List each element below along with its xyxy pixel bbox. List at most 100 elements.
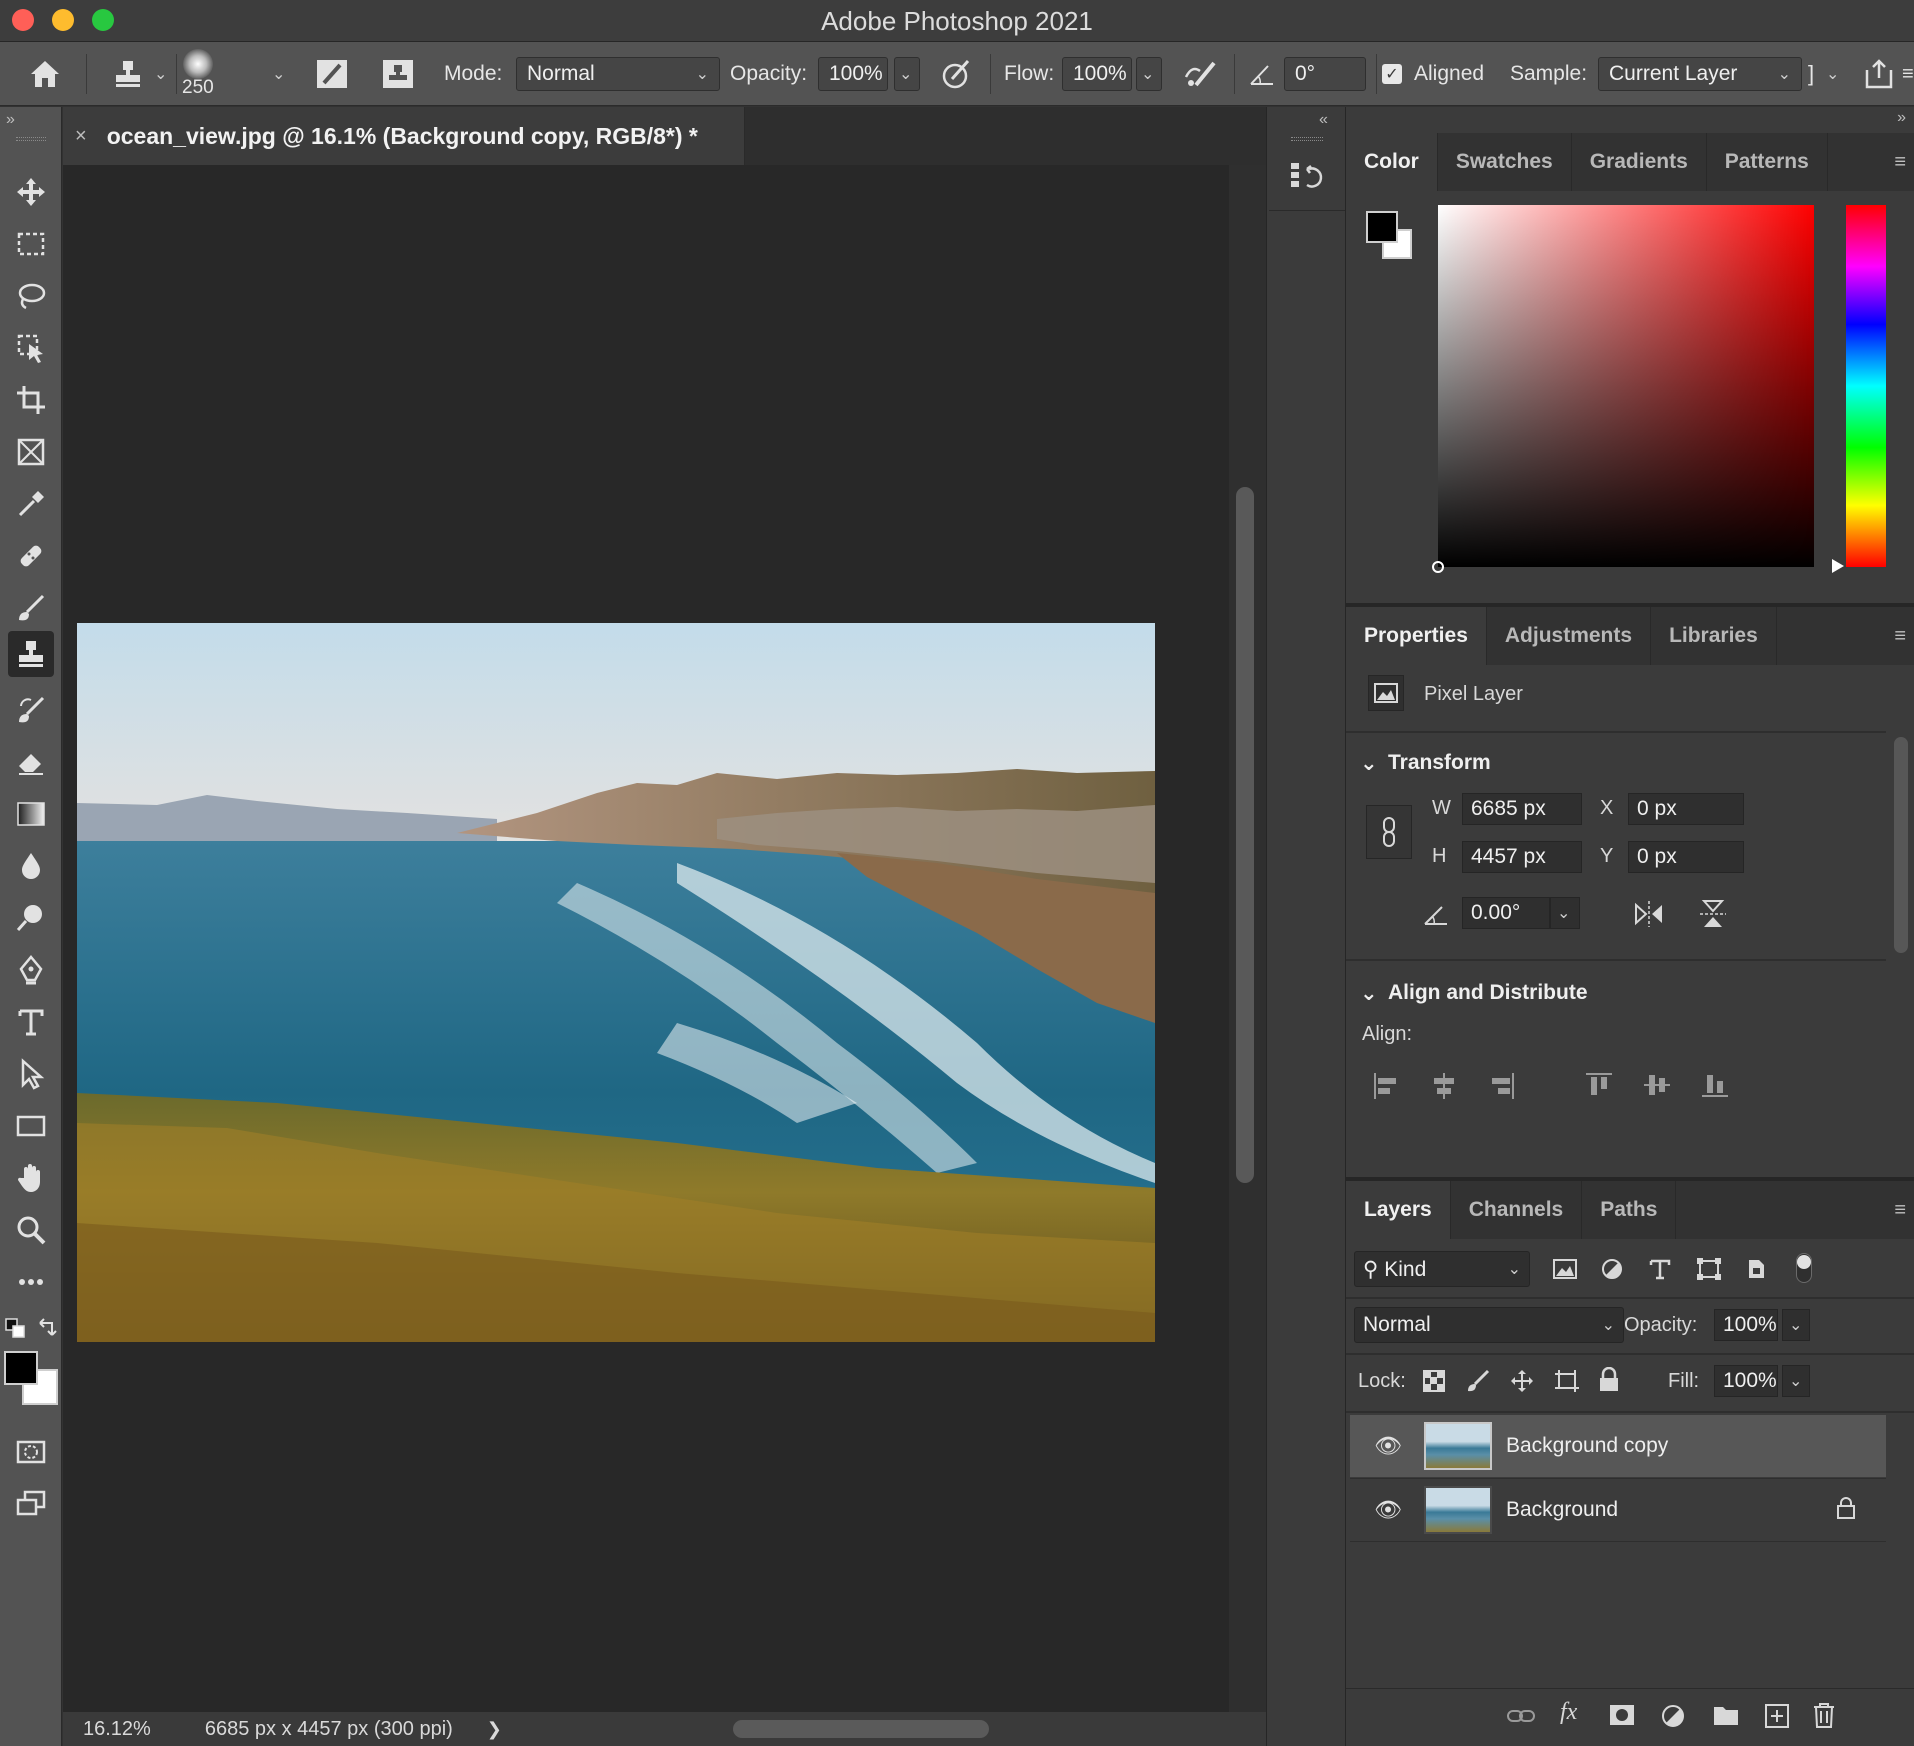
rotation-dropdown[interactable]: ⌄ xyxy=(1550,897,1580,929)
history-brush-tool[interactable] xyxy=(8,687,54,733)
document-image[interactable] xyxy=(77,623,1155,1342)
align-section-toggle[interactable]: ⌄ xyxy=(1360,981,1378,1006)
new-group-button[interactable] xyxy=(1712,1703,1740,1732)
layer-opacity-input[interactable]: 100% xyxy=(1714,1309,1778,1341)
screen-mode-button[interactable] xyxy=(8,1481,54,1527)
object-selection-tool[interactable] xyxy=(8,325,54,371)
add-layer-mask-button[interactable] xyxy=(1608,1703,1636,1732)
collapse-dock-icon[interactable]: « xyxy=(1319,111,1328,129)
expand-tools-icon[interactable]: » xyxy=(6,111,15,129)
lock-artboards-button[interactable] xyxy=(1554,1369,1580,1398)
filter-shape-layers-button[interactable] xyxy=(1696,1257,1722,1286)
blend-mode-dropdown[interactable]: Normal ⌄ xyxy=(1354,1307,1624,1343)
tab-color[interactable]: Color xyxy=(1346,133,1438,191)
tab-properties[interactable]: Properties xyxy=(1346,607,1487,665)
brush-settings-toggle[interactable] xyxy=(314,42,350,106)
dock-grip[interactable] xyxy=(1291,137,1323,141)
link-layers-button[interactable] xyxy=(1506,1705,1536,1732)
brush-preset-picker[interactable]: 250 xyxy=(182,42,214,106)
width-input[interactable]: 6685 px xyxy=(1462,793,1582,825)
lock-image-pixels-button[interactable] xyxy=(1466,1369,1490,1398)
pen-tool[interactable] xyxy=(8,947,54,993)
new-layer-button[interactable] xyxy=(1764,1703,1790,1734)
vertical-scroll-thumb[interactable] xyxy=(1236,487,1254,1183)
eyedropper-tool[interactable] xyxy=(8,481,54,527)
angle-input[interactable]: 0° xyxy=(1284,57,1366,91)
align-horizontal-centers-button[interactable] xyxy=(1430,1071,1458,1106)
align-bottom-edges-button[interactable] xyxy=(1700,1071,1730,1104)
properties-panel-menu-icon[interactable]: ≡ xyxy=(1894,625,1906,648)
transform-section-toggle[interactable]: ⌄ xyxy=(1360,751,1378,776)
workspace-menu-button[interactable]: ≡ xyxy=(1902,42,1914,106)
rotation-input[interactable]: 0.00° xyxy=(1462,897,1550,929)
color-panel-foreground-swatch[interactable] xyxy=(1366,211,1398,243)
tab-gradients[interactable]: Gradients xyxy=(1572,133,1707,191)
filter-smart-objects-button[interactable] xyxy=(1744,1257,1768,1286)
airbrush-toggle[interactable] xyxy=(1182,42,1220,106)
crop-tool[interactable] xyxy=(8,377,54,423)
layers-panel-menu-icon[interactable]: ≡ xyxy=(1894,1199,1906,1222)
blur-tool[interactable] xyxy=(8,843,54,889)
delete-layer-button[interactable] xyxy=(1812,1701,1836,1734)
lock-position-button[interactable] xyxy=(1510,1369,1534,1398)
dodge-tool[interactable] xyxy=(8,895,54,941)
opacity-dropdown[interactable]: ⌄ xyxy=(894,42,920,106)
close-tab-icon[interactable]: × xyxy=(75,125,87,148)
collapse-panels-icon[interactable]: » xyxy=(1897,109,1906,127)
flow-dropdown[interactable]: ⌄ xyxy=(1136,42,1162,106)
share-button[interactable] xyxy=(1862,42,1896,106)
healing-brush-tool[interactable] xyxy=(8,533,54,579)
path-selection-tool[interactable] xyxy=(8,1051,54,1097)
clone-source-toggle[interactable] xyxy=(380,42,416,106)
pressure-opacity-toggle[interactable] xyxy=(940,42,974,106)
home-button[interactable] xyxy=(28,42,62,106)
filter-adjustment-layers-button[interactable] xyxy=(1600,1257,1624,1286)
zoom-level[interactable]: 16.12% xyxy=(83,1718,151,1741)
tab-adjustments[interactable]: Adjustments xyxy=(1487,607,1652,665)
layer-row-background-copy[interactable]: 👁 Background copy xyxy=(1350,1415,1886,1477)
align-left-edges-button[interactable] xyxy=(1372,1071,1400,1106)
x-input[interactable]: 0 px xyxy=(1628,793,1744,825)
ignore-adjustments-toggle[interactable]: ⌄ xyxy=(1826,42,1839,106)
y-input[interactable]: 0 px xyxy=(1628,841,1744,873)
gradient-tool[interactable] xyxy=(8,791,54,837)
properties-scrollbar-thumb[interactable] xyxy=(1894,737,1908,953)
flow-field[interactable]: 100% xyxy=(1062,42,1132,106)
brush-caret[interactable]: ⌄ xyxy=(272,42,285,106)
color-picker-cursor[interactable] xyxy=(1432,561,1444,573)
aligned-checkbox[interactable]: ✓ Aligned xyxy=(1382,42,1484,106)
flip-vertical-button[interactable] xyxy=(1698,897,1728,936)
height-input[interactable]: 4457 px xyxy=(1462,841,1582,873)
tab-paths[interactable]: Paths xyxy=(1582,1181,1677,1239)
lasso-tool[interactable] xyxy=(8,273,54,319)
flow-input[interactable]: 100% xyxy=(1062,57,1132,91)
history-panel-button[interactable] xyxy=(1287,157,1327,197)
filter-pixel-layers-button[interactable] xyxy=(1552,1257,1578,1286)
hue-slider[interactable] xyxy=(1832,205,1886,573)
tool-preset-picker[interactable]: ⌄ xyxy=(112,42,167,106)
layer-row-background[interactable]: 👁 Background xyxy=(1350,1479,1886,1541)
document-tab[interactable]: × ocean_view.jpg @ 16.1% (Background cop… xyxy=(63,107,745,165)
move-tool[interactable] xyxy=(8,169,54,215)
visibility-eye-icon[interactable]: 👁 xyxy=(1368,1497,1408,1523)
horizontal-scroll-thumb[interactable] xyxy=(733,1720,989,1738)
eraser-tool[interactable] xyxy=(8,739,54,785)
flip-horizontal-button[interactable] xyxy=(1632,899,1666,934)
hand-tool[interactable] xyxy=(8,1155,54,1201)
align-vertical-centers-button[interactable] xyxy=(1642,1071,1672,1104)
visibility-eye-icon[interactable]: 👁 xyxy=(1368,1433,1408,1459)
layer-filter-dropdown[interactable]: ⚲ Kind ⌄ xyxy=(1354,1251,1530,1287)
tab-patterns[interactable]: Patterns xyxy=(1707,133,1828,191)
tab-channels[interactable]: Channels xyxy=(1451,1181,1583,1239)
sample-dropdown[interactable]: Current Layer ⌄ xyxy=(1598,42,1802,106)
opacity-input[interactable]: 100% xyxy=(818,57,888,91)
panel-grip[interactable] xyxy=(16,137,46,141)
fx-icon[interactable]: fx xyxy=(1560,1699,1577,1726)
new-adjustment-layer-button[interactable] xyxy=(1660,1703,1686,1734)
tab-swatches[interactable]: Swatches xyxy=(1438,133,1572,191)
fill-input[interactable]: 100% xyxy=(1714,1365,1778,1397)
lock-all-button[interactable] xyxy=(1598,1366,1620,1398)
default-colors-button[interactable] xyxy=(4,1317,26,1339)
canvas-area[interactable] xyxy=(63,165,1229,1712)
vertical-scrollbar[interactable] xyxy=(1229,165,1266,1712)
